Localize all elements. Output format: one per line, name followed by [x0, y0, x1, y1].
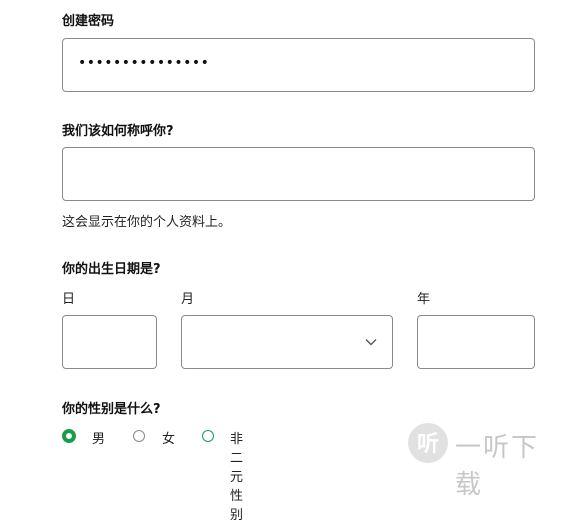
month-select[interactable] [181, 315, 393, 369]
gender-label-male[interactable]: 男 [92, 428, 105, 447]
day-input[interactable] [62, 315, 157, 369]
gender-radio-female[interactable] [133, 430, 145, 442]
gender-radio-male[interactable] [62, 429, 76, 443]
display-name-label: 我们该如何称呼你? [62, 124, 174, 139]
gender-radio-nonbinary[interactable] [202, 430, 214, 442]
watermark-text: 一听下载 [455, 433, 540, 500]
watermark-logo-glyph: 听 [416, 432, 439, 457]
day-label: 日 [62, 292, 76, 307]
gender-label-female[interactable]: 女 [162, 428, 175, 447]
year-input[interactable] [417, 315, 535, 369]
display-name-input[interactable] [62, 147, 535, 201]
chevron-down-icon [364, 334, 378, 353]
year-label: 年 [417, 292, 431, 307]
password-label: 创建密码 [62, 14, 115, 29]
gender-label-nonbinary[interactable]: 非二元性别 [230, 428, 243, 523]
password-input[interactable]: ••••••••••••••• [62, 38, 535, 92]
display-name-helper: 这会显示在你的个人资料上。 [62, 215, 232, 230]
month-label: 月 [181, 292, 195, 307]
gender-label: 你的性别是什么? [62, 402, 161, 417]
birthdate-label: 你的出生日期是? [62, 262, 161, 277]
watermark: 听 一听下载 [408, 420, 558, 500]
password-value: ••••••••••••••• [78, 55, 210, 71]
